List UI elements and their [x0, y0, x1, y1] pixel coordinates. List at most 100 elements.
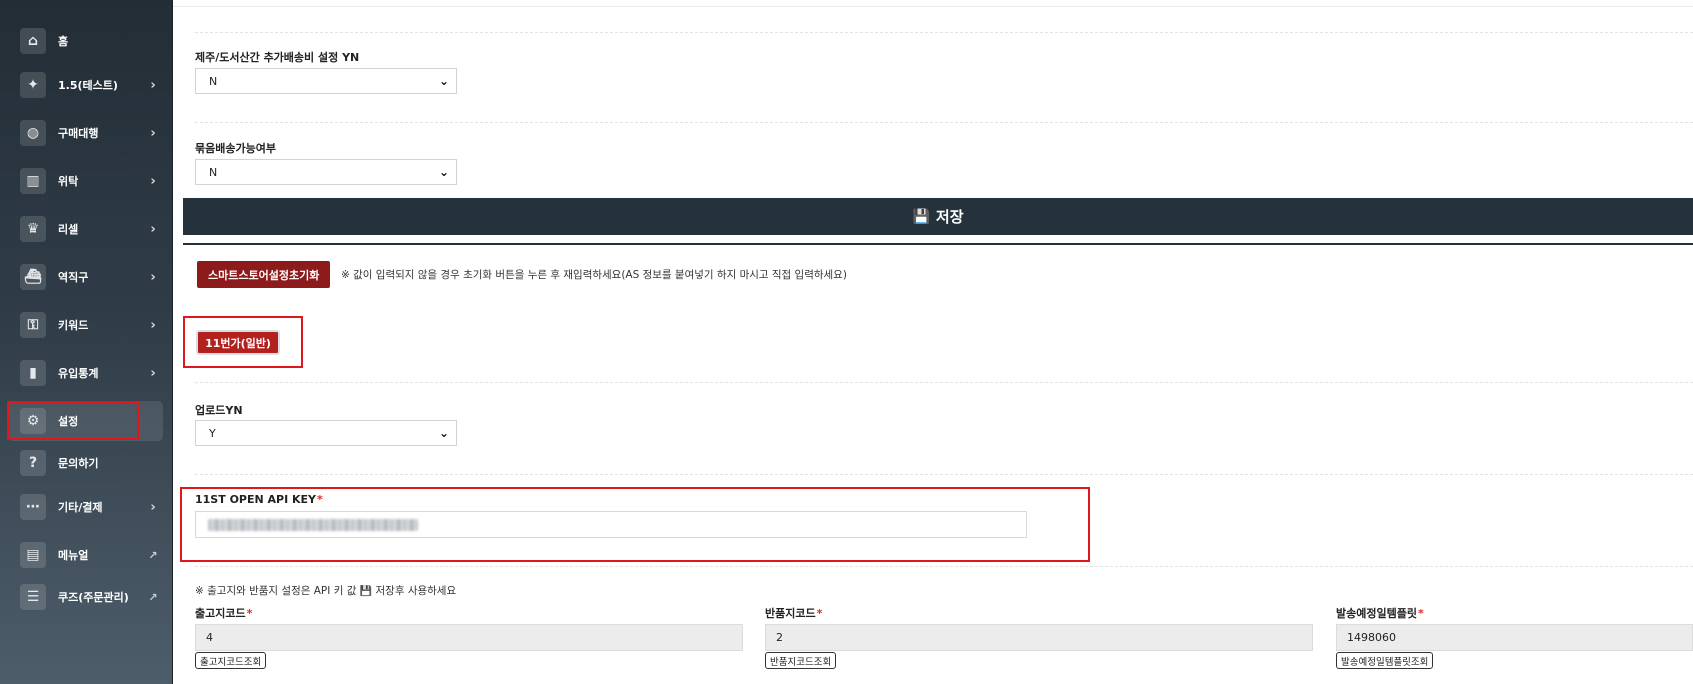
sidebar-item-consignment[interactable]: ▥ 위탁 › [8, 161, 163, 201]
outbound-code-lookup-button[interactable]: 출고지코드조회 [195, 652, 267, 669]
sidebar-item-label: 메뉴얼 [58, 549, 89, 562]
sidebar-item-label: 키워드 [58, 319, 89, 332]
input-value: 4 [206, 631, 213, 644]
sidebar-item-keyword[interactable]: ⚿ 키워드 › [8, 305, 163, 345]
sidebar-item-manual[interactable]: ▤ 메뉴얼 ↗ [8, 535, 163, 575]
return-code-label-text: 반품지코드 [765, 607, 816, 620]
chevron-right-icon: › [150, 499, 156, 515]
chevron-down-icon: ⌄ [438, 74, 450, 88]
sidebar-item-label: 기타/결제 [58, 501, 103, 514]
chevron-down-icon: ⌄ [438, 165, 450, 179]
chevron-right-icon: › [150, 77, 156, 93]
api-key-input[interactable] [195, 511, 1027, 538]
sidebar-item-label: 1.5(테스트) [58, 79, 118, 92]
bundle-shipping-label: 묶음배송가능여부 [195, 142, 276, 155]
sidebar-item-etc-payment[interactable]: ⋯ 기타/결제 › [8, 487, 163, 527]
outbound-code-input[interactable]: 4 [195, 624, 743, 651]
jeju-extra-shipping-label: 제주/도서산간 추가배송비 설정 YN [195, 51, 360, 64]
chevron-right-icon: › [150, 173, 156, 189]
book-icon: ▤ [20, 542, 46, 568]
chevron-right-icon: › [150, 317, 156, 333]
bar-chart-icon: ▮ [20, 360, 46, 386]
outbound-code-label: 출고지코드* [195, 605, 252, 621]
return-code-label: 반품지코드* [765, 605, 822, 621]
required-mark: * [246, 607, 253, 620]
ship-template-input[interactable]: 1498060 [1336, 624, 1693, 651]
globe-icon: ◍ [20, 120, 46, 146]
save-icon: 💾 [912, 208, 930, 225]
sparkle-icon: ✦ [20, 72, 46, 98]
ship-template-label-text: 발송예정일템플릿 [1336, 607, 1417, 620]
save-button[interactable]: 💾 저장 [183, 198, 1693, 235]
divider [195, 382, 1693, 383]
required-mark: * [317, 493, 323, 506]
sidebar-item-reverse-direct[interactable]: ⛴ 역직구 › [8, 257, 163, 297]
store-icon: ▥ [20, 168, 46, 194]
divider [195, 566, 1693, 567]
select-value: N [209, 74, 218, 88]
external-link-icon: ↗ [148, 548, 158, 562]
sidebar: ⌂ 홈 ✦ 1.5(테스트) › ◍ 구매대행 › ▥ 위탁 › ♛ 리셀 › … [0, 0, 173, 684]
sidebar-item-home[interactable]: ⌂ 홈 [8, 21, 163, 61]
chevron-right-icon: › [150, 221, 156, 237]
sidebar-item-label: 위탁 [58, 175, 79, 188]
ship-template-lookup-button[interactable]: 발송예정일템플릿조회 [1336, 652, 1434, 669]
sidebar-item-label: 홈 [58, 35, 69, 48]
ship-icon: ⛴ [20, 264, 46, 290]
top-divider [173, 6, 1693, 7]
main-content: 제주/도서산간 추가배송비 설정 YN N ⌄ 묶음배송가능여부 N ⌄ 💾 저… [173, 0, 1693, 684]
sidebar-item-label: 문의하기 [58, 457, 99, 470]
input-value: 1498060 [1347, 631, 1396, 644]
sidebar-item-resell[interactable]: ♛ 리셀 › [8, 209, 163, 249]
select-value: N [209, 165, 218, 179]
required-mark: * [816, 607, 823, 620]
settings-highlight-box [7, 401, 139, 440]
chevron-right-icon: › [150, 125, 156, 141]
address-note: ※ 출고지와 반품지 설정은 API 키 값 💾 저장후 사용하세요 [195, 583, 456, 598]
question-icon: ? [20, 450, 46, 476]
chevron-down-icon: ⌄ [438, 426, 450, 440]
save-icon: 💾 [359, 586, 373, 597]
address-note-suffix: 저장후 사용하세요 [375, 585, 457, 597]
api-key-masked-value [208, 518, 418, 531]
external-link-icon: ↗ [148, 590, 158, 604]
sidebar-item-traffic-stats[interactable]: ▮ 유입통계 › [8, 353, 163, 393]
input-value: 2 [776, 631, 783, 644]
key-icon: ⚿ [20, 312, 46, 338]
list-check-icon: ☰ [20, 584, 46, 610]
bundle-shipping-select[interactable]: N ⌄ [195, 159, 457, 185]
ellipsis-icon: ⋯ [20, 494, 46, 520]
sidebar-item-purchase-agent[interactable]: ◍ 구매대행 › [8, 113, 163, 153]
crown-icon: ♛ [20, 216, 46, 242]
home-icon: ⌂ [20, 28, 46, 54]
address-note-prefix: ※ 출고지와 반품지 설정은 API 키 값 [195, 585, 357, 597]
required-mark: * [1417, 607, 1424, 620]
sidebar-item-order-management[interactable]: ☰ 쿠즈(주문관리) ↗ [8, 577, 163, 617]
save-button-label: 저장 [935, 208, 964, 226]
outbound-code-label-text: 출고지코드 [195, 607, 246, 620]
sidebar-item-label: 리셀 [58, 223, 79, 236]
divider [195, 474, 1693, 475]
upload-yn-label: 업로드YN [195, 404, 243, 417]
sidebar-item-inquiry[interactable]: ? 문의하기 [8, 443, 163, 483]
chevron-right-icon: › [150, 365, 156, 381]
reset-panel: 스마트스토어설정초기화 ※ 값이 입력되지 않을 경우 초기화 버튼을 누른 후… [183, 243, 1693, 305]
divider [195, 122, 1693, 123]
sidebar-item-test[interactable]: ✦ 1.5(테스트) › [8, 65, 163, 105]
market-tab-11st[interactable]: 11번가(일반) [196, 330, 280, 355]
chevron-right-icon: › [150, 269, 156, 285]
smartstore-reset-button[interactable]: 스마트스토어설정초기화 [197, 261, 331, 288]
reset-note: ※ 값이 입력되지 않을 경우 초기화 버튼을 누른 후 재입력하세요(AS 정… [341, 269, 847, 281]
api-key-label-text: 11ST OPEN API KEY [195, 493, 317, 506]
sidebar-item-label: 쿠즈(주문관리) [58, 591, 129, 604]
sidebar-item-label: 구매대행 [58, 127, 99, 140]
jeju-extra-shipping-select[interactable]: N ⌄ [195, 68, 457, 94]
divider [195, 32, 1693, 33]
api-key-label: 11ST OPEN API KEY* [195, 493, 323, 506]
return-code-input[interactable]: 2 [765, 624, 1313, 651]
sidebar-item-label: 유입통계 [58, 367, 99, 380]
ship-template-label: 발송예정일템플릿* [1336, 605, 1424, 621]
select-value: Y [209, 426, 216, 440]
return-code-lookup-button[interactable]: 반품지코드조회 [765, 652, 837, 669]
upload-yn-select[interactable]: Y ⌄ [195, 420, 457, 446]
